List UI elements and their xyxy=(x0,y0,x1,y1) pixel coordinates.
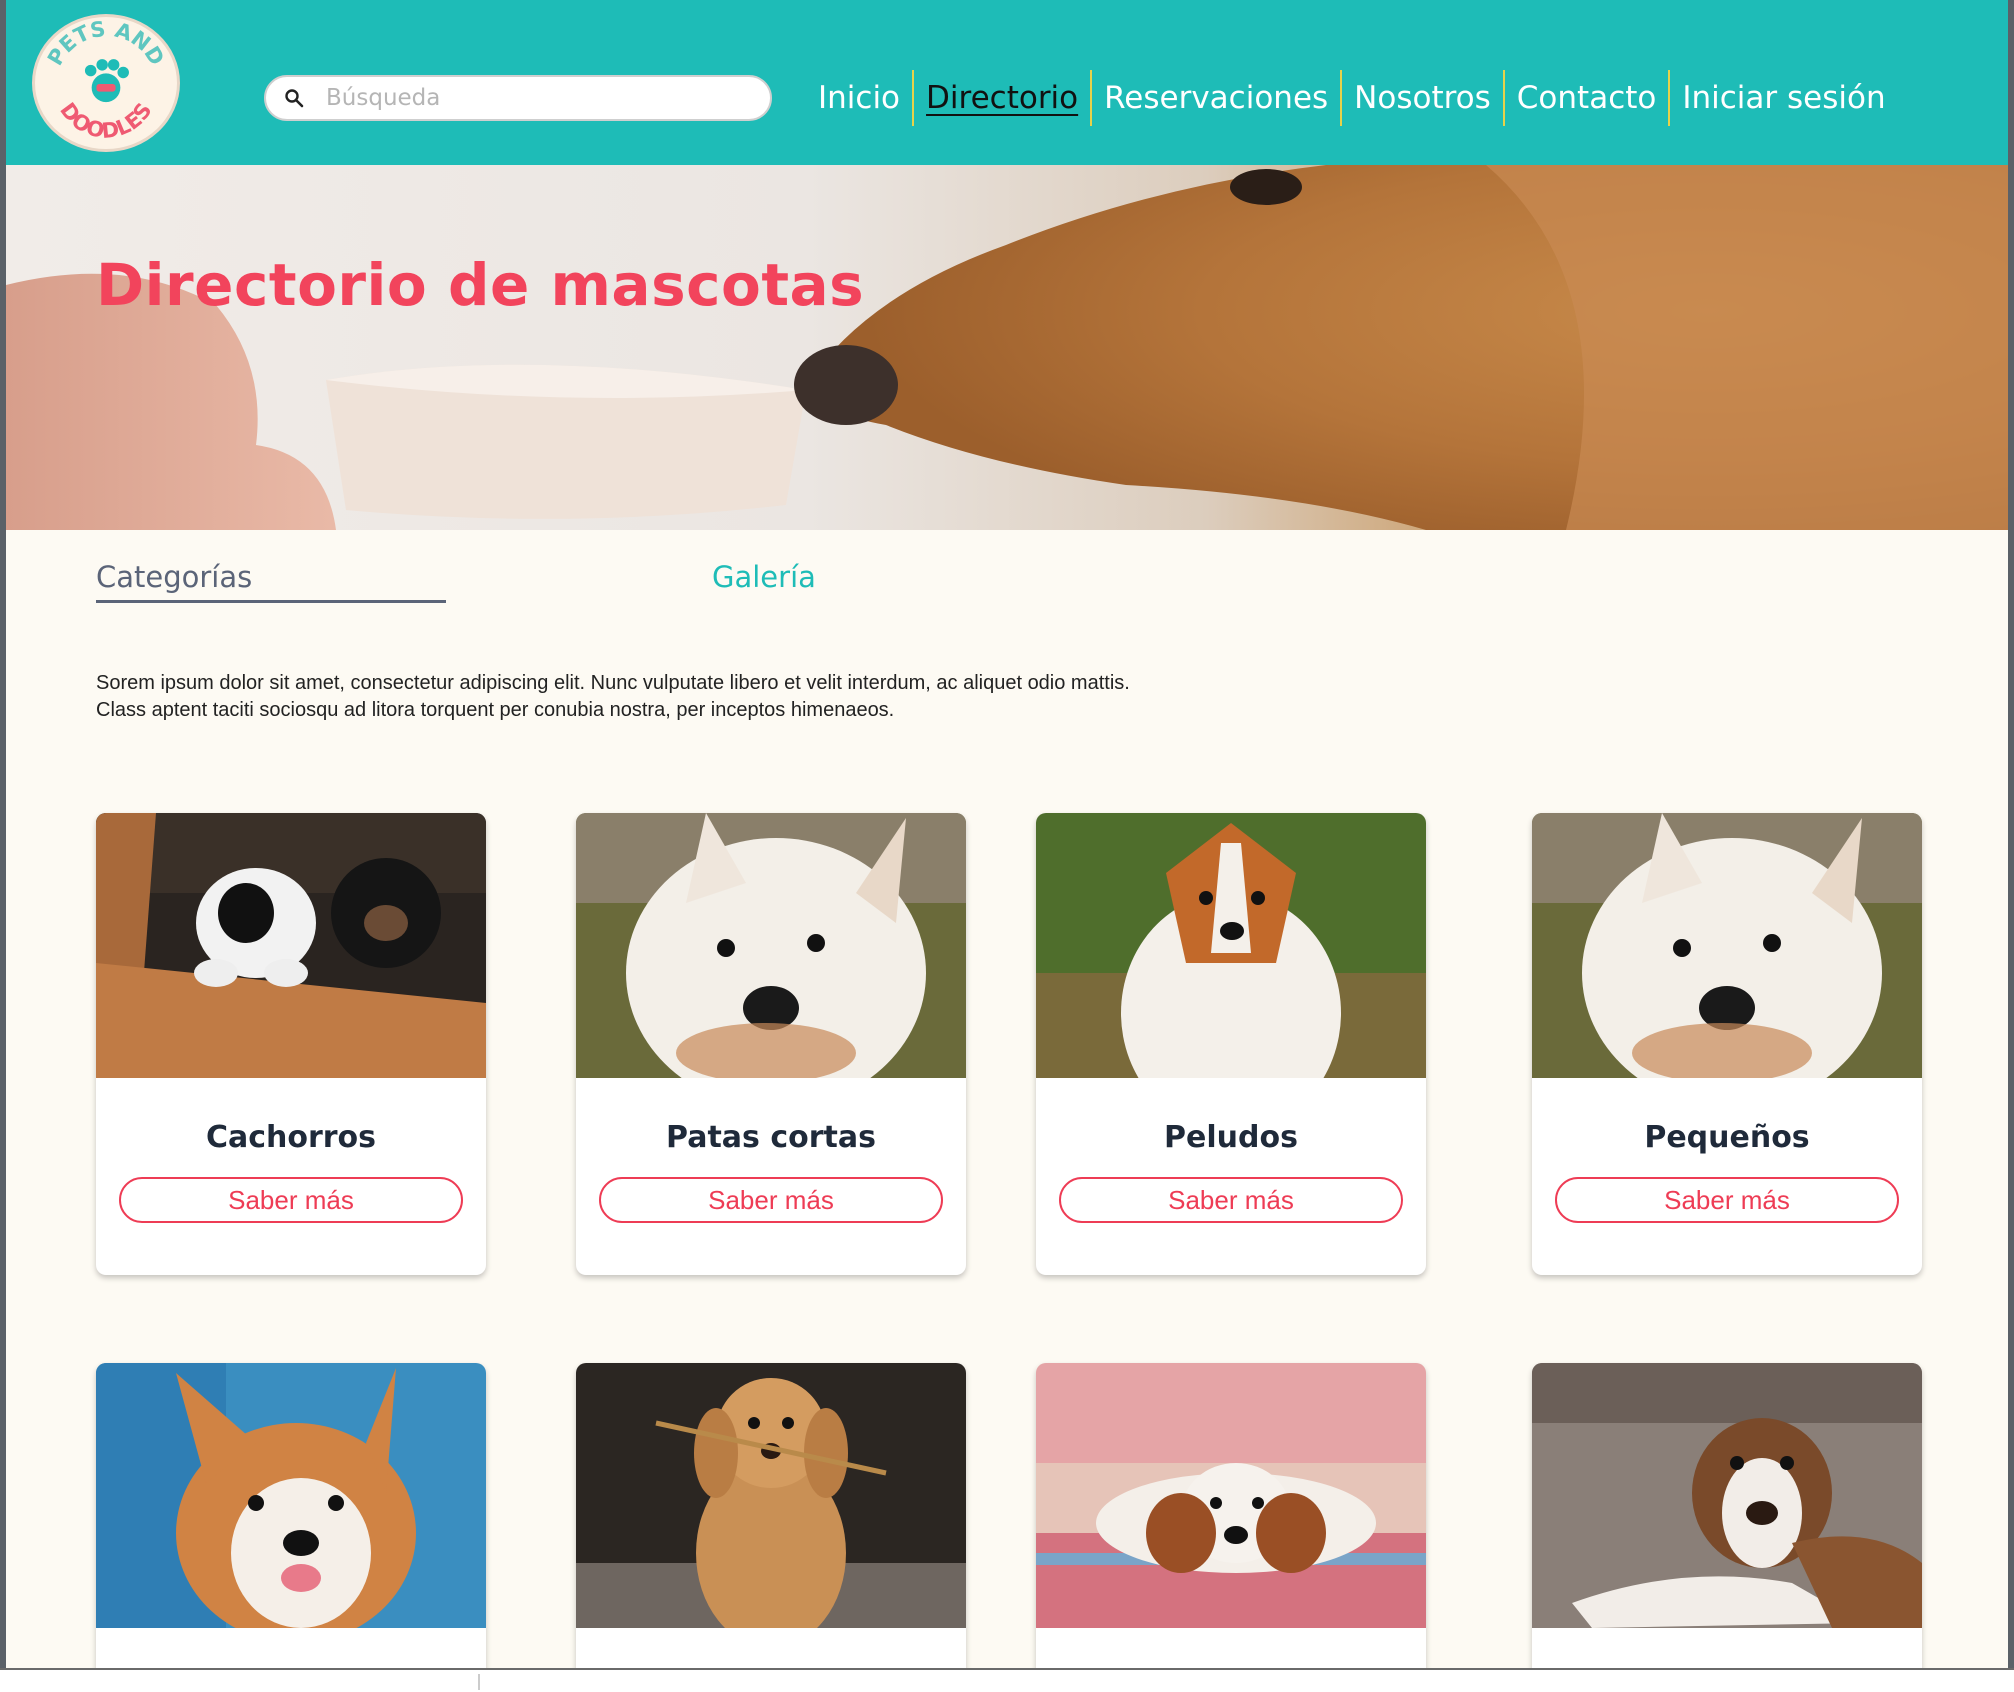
search-box[interactable] xyxy=(264,75,772,121)
intro-text: Sorem ipsum dolor sit amet, consectetur … xyxy=(96,670,1396,724)
card-title: Pequeños xyxy=(1644,1120,1810,1155)
page: PETS AND DOODLES Inicio Directorio Reser… xyxy=(6,0,2008,1668)
category-card-pequenos[interactable]: Pequeños Saber más xyxy=(1532,813,1922,1275)
logo[interactable]: PETS AND DOODLES xyxy=(32,14,180,152)
window-bottom-bar xyxy=(0,1668,2014,1692)
nav-nosotros[interactable]: Nosotros xyxy=(1340,70,1503,126)
saber-mas-button[interactable]: Saber más xyxy=(599,1177,943,1223)
main-nav: Inicio Directorio Reservaciones Nosotros… xyxy=(806,70,1898,126)
tab-galeria[interactable]: Galería xyxy=(712,560,816,594)
puppies-in-box-photo xyxy=(96,813,486,1078)
search-input[interactable] xyxy=(326,85,726,111)
intro-line-1: Sorem ipsum dolor sit amet, consectetur … xyxy=(96,672,1130,694)
category-card-cachorros[interactable]: Cachorros Saber más xyxy=(96,813,486,1275)
corgi-photo xyxy=(96,1363,486,1628)
card-title: Cachorros xyxy=(205,1120,377,1155)
dog-cup-hero-image xyxy=(6,165,2008,530)
svg-text:DOODLES: DOODLES xyxy=(55,98,156,143)
intro-line-2: Class aptent taciti sociosqu ad litora t… xyxy=(96,699,895,721)
nav-directorio[interactable]: Directorio xyxy=(912,70,1090,126)
boxer-puppy-photo xyxy=(1532,1363,1922,1628)
site-header: PETS AND DOODLES Inicio Directorio Reser… xyxy=(6,0,2008,165)
paw-logo-icon: PETS AND DOODLES xyxy=(42,17,170,143)
westie-photo xyxy=(576,813,966,1078)
category-card-peludos[interactable]: Peludos Saber más xyxy=(1036,813,1426,1275)
category-card[interactable] xyxy=(576,1363,966,1668)
tab-categorias[interactable]: Categorías xyxy=(96,560,446,603)
saber-mas-button[interactable]: Saber más xyxy=(1059,1177,1403,1223)
nav-contacto[interactable]: Contacto xyxy=(1502,70,1669,126)
card-title: Peludos xyxy=(1164,1120,1298,1155)
search-icon xyxy=(282,86,306,110)
page-title: Directorio de mascotas xyxy=(96,251,865,319)
golden-retriever-photo xyxy=(576,1363,966,1628)
sheltie-photo xyxy=(1036,813,1426,1078)
saber-mas-button[interactable]: Saber más xyxy=(119,1177,463,1223)
category-card[interactable] xyxy=(96,1363,486,1668)
category-card[interactable] xyxy=(1532,1363,1922,1668)
category-card[interactable] xyxy=(1036,1363,1426,1668)
divider xyxy=(478,1674,480,1690)
nav-inicio[interactable]: Inicio xyxy=(806,70,912,126)
nav-iniciar-sesion[interactable]: Iniciar sesión xyxy=(1668,70,1897,126)
hero-banner: Directorio de mascotas xyxy=(6,165,2008,530)
saber-mas-button[interactable]: Saber más xyxy=(1555,1177,1899,1223)
cavalier-puppy-photo xyxy=(1036,1363,1426,1628)
card-title: Patas cortas xyxy=(666,1120,876,1155)
westie-photo xyxy=(1532,813,1922,1078)
category-card-patas-cortas[interactable]: Patas cortas Saber más xyxy=(576,813,966,1275)
nav-reservaciones[interactable]: Reservaciones xyxy=(1090,70,1340,126)
